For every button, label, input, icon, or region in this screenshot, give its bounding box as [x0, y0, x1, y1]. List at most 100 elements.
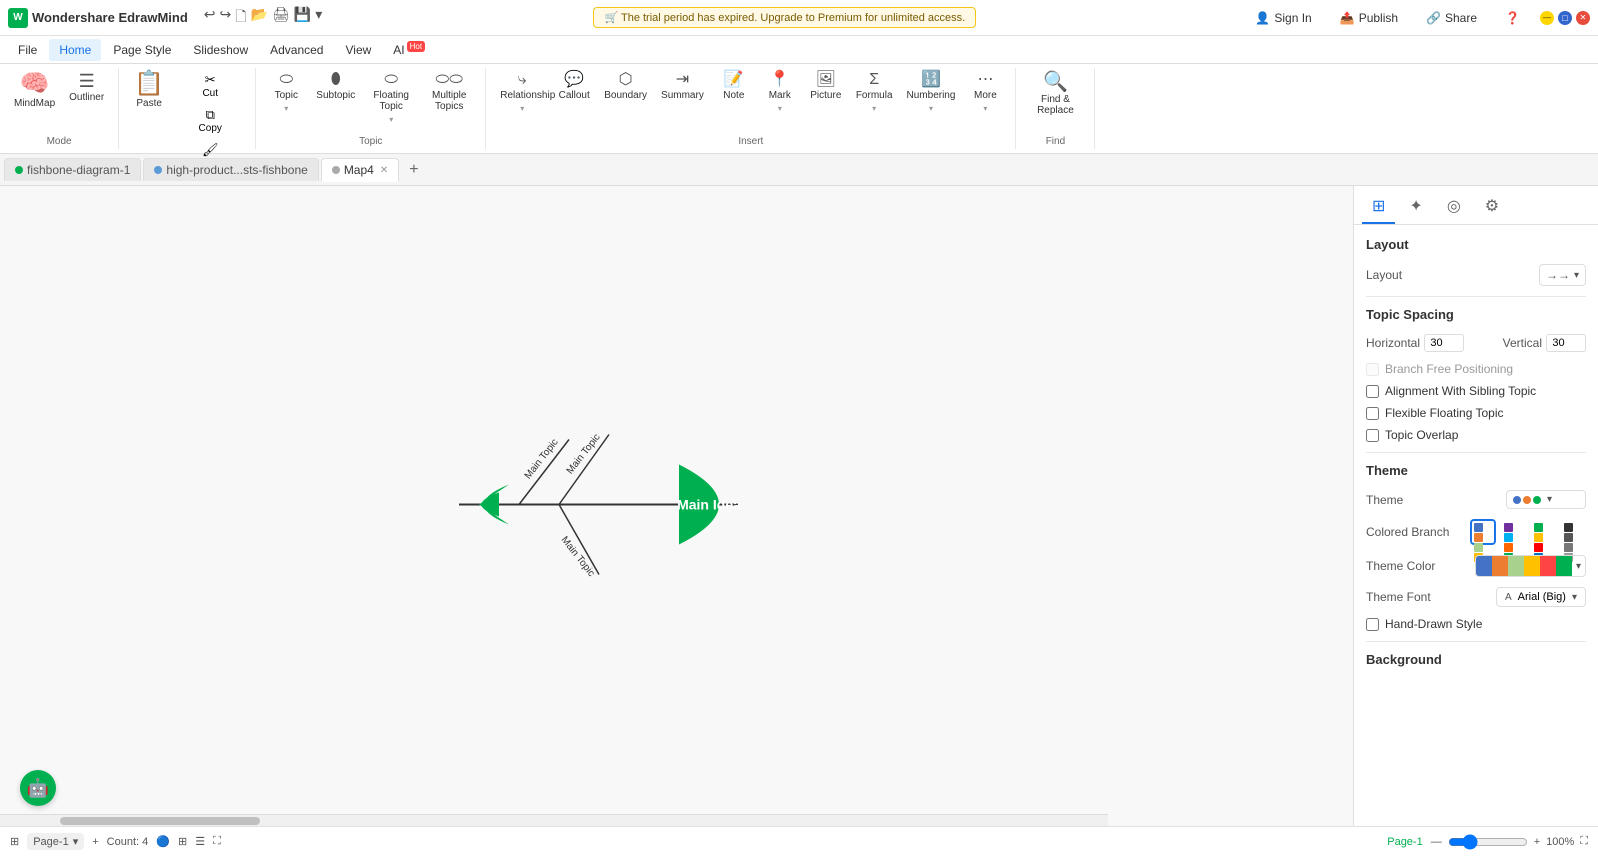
- panel-tab-theme-map[interactable]: ◎: [1437, 190, 1471, 224]
- find-replace-button[interactable]: 🔍 Find & Replace: [1024, 68, 1086, 120]
- layout-row: Layout →→ ▾: [1366, 264, 1586, 286]
- undo-icon[interactable]: ↩: [204, 6, 216, 30]
- menu-home[interactable]: Home: [49, 39, 101, 61]
- layout-dropdown[interactable]: →→ ▾: [1539, 264, 1586, 286]
- trial-banner[interactable]: 🛒 The trial period has expired. Upgrade …: [593, 7, 976, 28]
- numbering-button[interactable]: 🔢 Numbering ▾: [901, 68, 962, 117]
- formula-button[interactable]: Σ Formula ▾: [850, 68, 899, 117]
- cut-button[interactable]: ✂ Cut: [173, 68, 247, 101]
- colored-branch-option-4[interactable]: [1560, 519, 1586, 545]
- fullscreen-button[interactable]: ⛶: [1580, 835, 1588, 848]
- view-normal-icon[interactable]: ⊞: [178, 835, 187, 848]
- mindmap-button[interactable]: 🧠 MindMap: [8, 68, 61, 113]
- panel-tab-settings[interactable]: ⚙: [1475, 190, 1509, 224]
- note-button[interactable]: 📝 Note: [712, 68, 756, 105]
- panel-tab-layout[interactable]: ⊞: [1362, 190, 1395, 224]
- overlap-checkbox[interactable]: [1366, 429, 1379, 442]
- vertical-spacing-input[interactable]: [1546, 334, 1586, 352]
- hand-drawn-checkbox[interactable]: [1366, 618, 1379, 631]
- tab-close-button[interactable]: ✕: [380, 165, 388, 176]
- find-replace-icon: 🔍: [1043, 72, 1068, 92]
- maximize-button[interactable]: □: [1558, 11, 1572, 25]
- horizontal-spacing-input[interactable]: [1424, 334, 1464, 352]
- theme-row: Theme ▾: [1366, 490, 1586, 509]
- close-button[interactable]: ✕: [1576, 11, 1590, 25]
- new-icon[interactable]: 🗋: [235, 6, 246, 30]
- page-selector[interactable]: Page-1 ▾: [27, 833, 84, 850]
- ribbon-group-topic-items: ⬭ Topic ▾ ⬮ Subtopic ⬭ Floating Topic ▾ …: [264, 68, 477, 136]
- copy-icon: ⧉: [206, 107, 215, 123]
- colored-branch-option-1[interactable]: [1470, 519, 1496, 545]
- publish-button[interactable]: 📤 Publish: [1332, 8, 1406, 28]
- open-icon[interactable]: 📂: [251, 6, 268, 30]
- main-area: Main Idea Main Topic Main Topic Main Top…: [0, 186, 1598, 826]
- page-dropdown-arrow: ▾: [73, 835, 79, 848]
- print-icon[interactable]: 🖨: [272, 6, 290, 30]
- theme-font-dropdown[interactable]: A Arial (Big) ▾: [1496, 587, 1586, 607]
- grid-icon[interactable]: ⊞: [10, 835, 19, 848]
- alignment-checkbox[interactable]: [1366, 385, 1379, 398]
- colored-branch-option-3[interactable]: [1530, 519, 1556, 545]
- theme-color-dropdown[interactable]: ▾: [1475, 555, 1586, 577]
- floating-topic-button[interactable]: ⬭ Floating Topic ▾: [363, 68, 419, 128]
- share-button[interactable]: 🔗 Share: [1418, 8, 1485, 28]
- summary-button[interactable]: ⇥ Summary: [655, 68, 710, 105]
- theme-dropdown[interactable]: ▾: [1506, 490, 1586, 509]
- picture-button[interactable]: 🖼 Picture: [804, 68, 848, 105]
- callout-button[interactable]: 💬 Callout: [552, 68, 596, 105]
- relationship-button[interactable]: ⤷ Relationship ▾: [494, 68, 550, 117]
- zoom-out-button[interactable]: —: [1431, 836, 1442, 848]
- outliner-button[interactable]: ☰ Outliner: [63, 68, 110, 107]
- fit-icon[interactable]: ⛶: [213, 835, 221, 848]
- menu-slideshow[interactable]: Slideshow: [183, 39, 258, 61]
- tab-add-button[interactable]: +: [401, 157, 426, 183]
- add-page-button[interactable]: +: [92, 836, 98, 848]
- canvas-area[interactable]: Main Idea Main Topic Main Topic Main Top…: [0, 186, 1353, 826]
- redo-icon[interactable]: ↪: [220, 6, 232, 30]
- view-outline-icon[interactable]: ☰: [195, 835, 205, 848]
- multiple-topics-icon: ⬭⬭: [436, 72, 463, 88]
- copy-button[interactable]: ⧉ Copy: [173, 103, 247, 136]
- horizontal-scrollbar[interactable]: [0, 814, 1108, 826]
- panel-tab-style[interactable]: ✦: [1399, 190, 1432, 224]
- multiple-topics-button[interactable]: ⬭⬭ Multiple Topics: [421, 68, 477, 116]
- save-icon[interactable]: 💾: [294, 6, 311, 30]
- flexible-checkbox[interactable]: [1366, 407, 1379, 420]
- boundary-button[interactable]: ⬡ Boundary: [598, 68, 653, 105]
- zoom-slider[interactable]: [1448, 834, 1528, 850]
- overlap-row: Topic Overlap: [1366, 428, 1586, 442]
- menu-view[interactable]: View: [335, 39, 381, 61]
- sign-in-button[interactable]: 👤 Sign In: [1247, 8, 1319, 28]
- colored-branch-option-2[interactable]: [1500, 519, 1526, 545]
- cb-color-1b: [1474, 533, 1483, 542]
- branch-free-checkbox[interactable]: [1366, 363, 1379, 376]
- tab-fishbone-2[interactable]: high-product...sts-fishbone: [143, 158, 318, 181]
- subtopic-button[interactable]: ⬮ Subtopic: [310, 68, 361, 105]
- menu-file[interactable]: File: [8, 39, 47, 61]
- font-dropdown-arrow: ▾: [1572, 592, 1577, 603]
- menu-ai[interactable]: AIHot: [383, 38, 435, 61]
- topic-button[interactable]: ⬭ Topic ▾: [264, 68, 308, 117]
- font-value: Arial (Big): [1518, 591, 1566, 603]
- scroll-thumb-horizontal[interactable]: [60, 817, 260, 825]
- right-panel: ⊞ ✦ ◎ ⚙ Layout Layout →→ ▾ Topic Spa: [1353, 186, 1598, 826]
- tab-fishbone-1[interactable]: fishbone-diagram-1: [4, 158, 141, 181]
- zoom-in-button[interactable]: +: [1534, 836, 1540, 848]
- topic-spacing-title: Topic Spacing: [1366, 307, 1586, 322]
- background-section-title: Background: [1366, 652, 1586, 667]
- mark-button[interactable]: 📍 Mark ▾: [758, 68, 802, 117]
- robot-assistant-button[interactable]: 🤖: [20, 770, 56, 806]
- paste-button[interactable]: 📋 Paste: [127, 68, 171, 113]
- menu-advanced[interactable]: Advanced: [260, 39, 333, 61]
- top-bar-right: 👤 Sign In 📤 Publish 🔗 Share ❓ — □ ✕: [1247, 8, 1590, 28]
- tab-dot-2: [154, 166, 162, 174]
- menu-page-style[interactable]: Page Style: [103, 39, 181, 61]
- font-icon: A: [1505, 592, 1512, 603]
- minimize-button[interactable]: —: [1540, 11, 1554, 25]
- more-button[interactable]: ⋯ More ▾: [963, 68, 1007, 117]
- status-bar: ⊞ Page-1 ▾ + Count: 4 🔵 ⊞ ☰ ⛶ Page-1 — +…: [0, 826, 1598, 856]
- help-button[interactable]: ❓: [1497, 8, 1528, 28]
- tab-map4[interactable]: Map4 ✕: [321, 158, 399, 182]
- more-options-icon[interactable]: ▾: [315, 6, 322, 30]
- tab-dot-3: [332, 166, 340, 174]
